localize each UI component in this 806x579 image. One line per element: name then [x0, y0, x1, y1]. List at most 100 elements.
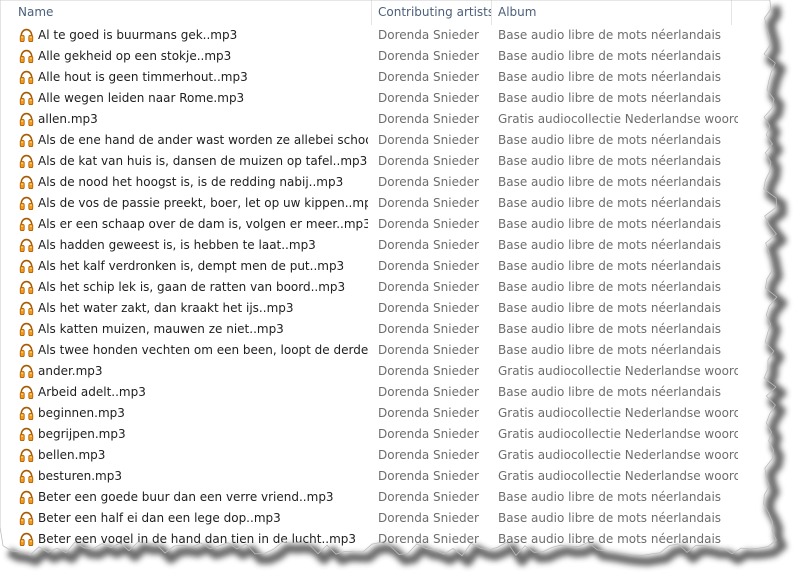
album: Base audio libre de mots néerlandais	[498, 511, 722, 525]
file-name: Beter een vogel in de hand dan tien in d…	[38, 532, 357, 546]
column-header-album[interactable]: Album	[492, 0, 732, 25]
table-row[interactable]: Als er een schaap over de dam is, volgen…	[0, 214, 768, 235]
audio-file-icon	[19, 28, 34, 42]
audio-file-icon	[19, 490, 34, 504]
audio-file-icon	[19, 91, 34, 105]
album: Base audio libre de mots néerlandais	[498, 280, 722, 294]
audio-file-icon	[19, 49, 34, 63]
album: Base audio libre de mots néerlandais	[498, 490, 722, 504]
contributing-artist: Dorenda Snieder	[378, 154, 479, 168]
table-row[interactable]: Als de kat van huis is, dansen de muizen…	[0, 151, 768, 172]
audio-file-icon	[19, 385, 34, 399]
table-row[interactable]: Beter een goede buur dan een verre vrien…	[0, 487, 768, 508]
file-name: Als hadden geweest is, is hebben te laat…	[38, 238, 316, 252]
album: Base audio libre de mots néerlandais	[498, 532, 722, 546]
audio-file-icon	[19, 301, 34, 315]
album: Gratis audiocollectie Nederlandse woorde…	[498, 364, 738, 378]
file-list-panel: Name Contributing artists Album Al te go…	[0, 0, 768, 547]
contributing-artist: Dorenda Snieder	[378, 427, 479, 441]
contributing-artist: Dorenda Snieder	[378, 217, 479, 231]
column-header-name[interactable]: Name	[0, 0, 372, 25]
contributing-artist: Dorenda Snieder	[378, 70, 479, 84]
album: Base audio libre de mots néerlandais	[498, 91, 722, 105]
audio-file-icon	[19, 448, 34, 462]
contributing-artist: Dorenda Snieder	[378, 406, 479, 420]
contributing-artist: Dorenda Snieder	[378, 469, 479, 483]
file-name: Als er een schaap over de dam is, volgen…	[38, 217, 368, 231]
audio-file-icon	[19, 259, 34, 273]
file-name: Alle gekheid op een stokje..mp3	[38, 49, 232, 63]
table-row[interactable]: Alle gekheid op een stokje..mp3 Dorenda S…	[0, 46, 768, 67]
file-name: Als de vos de passie preekt, boer, let o…	[38, 196, 368, 210]
album: Base audio libre de mots néerlandais	[498, 154, 722, 168]
contributing-artist: Dorenda Snieder	[378, 49, 479, 63]
table-row[interactable]: Als katten muizen, mauwen ze niet..mp3 Do…	[0, 319, 768, 340]
file-name: allen.mp3	[38, 112, 98, 126]
album: Base audio libre de mots néerlandais	[498, 196, 722, 210]
album: Base audio libre de mots néerlandais	[498, 49, 722, 63]
table-row[interactable]: Als hadden geweest is, is hebben te laat…	[0, 235, 768, 256]
audio-file-icon	[19, 154, 34, 168]
table-row[interactable]: Als de nood het hoogst is, is de redding…	[0, 172, 768, 193]
table-row[interactable]: Alle wegen leiden naar Rome.mp3 Dorenda S…	[0, 88, 768, 109]
album: Gratis audiocollectie Nederlandse woorde…	[498, 469, 738, 483]
table-row[interactable]: Als het kalf verdronken is, dempt men de…	[0, 256, 768, 277]
table-row[interactable]: Al te goed is buurmans gek..mp3 Dorenda S…	[0, 25, 768, 46]
audio-file-icon	[19, 175, 34, 189]
table-row[interactable]: ander.mp3 Dorenda Snieder Gratis audiocoll…	[0, 361, 768, 382]
file-name: besturen.mp3	[38, 469, 122, 483]
album: Base audio libre de mots néerlandais	[498, 133, 722, 147]
contributing-artist: Dorenda Snieder	[378, 133, 479, 147]
file-name: Beter een half ei dan een lege dop..mp3	[38, 511, 281, 525]
table-row[interactable]: Beter een vogel in de hand dan tien in d…	[0, 529, 768, 547]
table-row[interactable]: Alle hout is geen timmerhout..mp3 Dorenda…	[0, 67, 768, 88]
contributing-artist: Dorenda Snieder	[378, 385, 479, 399]
table-row[interactable]: Als twee honden vechten om een been, loo…	[0, 340, 768, 361]
contributing-artist: Dorenda Snieder	[378, 364, 479, 378]
contributing-artist: Dorenda Snieder	[378, 91, 479, 105]
contributing-artist: Dorenda Snieder	[378, 511, 479, 525]
table-row[interactable]: Beter een half ei dan een lege dop..mp3 D…	[0, 508, 768, 529]
audio-file-icon	[19, 280, 34, 294]
column-header-contributing-artists[interactable]: Contributing artists	[372, 0, 492, 25]
album: Base audio libre de mots néerlandais	[498, 175, 722, 189]
table-row[interactable]: allen.mp3 Dorenda Snieder Gratis audiocoll…	[0, 109, 768, 130]
audio-file-icon	[19, 406, 34, 420]
file-name: Alle hout is geen timmerhout..mp3	[38, 70, 248, 84]
album: Base audio libre de mots néerlandais	[498, 70, 722, 84]
explorer-window: Name Contributing artists Album Al te go…	[0, 0, 806, 579]
file-name: Als het water zakt, dan kraakt het ijs..…	[38, 301, 294, 315]
audio-file-icon	[19, 469, 34, 483]
table-row[interactable]: begrijpen.mp3 Dorenda Snieder Gratis audio…	[0, 424, 768, 445]
contributing-artist: Dorenda Snieder	[378, 196, 479, 210]
album: Gratis audiocollectie Nederlandse woorde…	[498, 448, 738, 462]
album: Base audio libre de mots néerlandais	[498, 259, 722, 273]
album: Gratis audiocollectie Nederlandse woorde…	[498, 427, 738, 441]
contributing-artist: Dorenda Snieder	[378, 448, 479, 462]
audio-file-icon	[19, 217, 34, 231]
column-header: Name Contributing artists Album	[0, 0, 768, 25]
audio-file-icon	[19, 112, 34, 126]
contributing-artist: Dorenda Snieder	[378, 343, 479, 357]
file-name: Al te goed is buurmans gek..mp3	[38, 28, 238, 42]
album: Gratis audiocollectie Nederlandse woorde…	[498, 406, 738, 420]
table-row[interactable]: beginnen.mp3 Dorenda Snieder Gratis audioc…	[0, 403, 768, 424]
audio-file-icon	[19, 322, 34, 336]
table-row[interactable]: bellen.mp3 Dorenda Snieder Gratis audiocol…	[0, 445, 768, 466]
album: Gratis audiocollectie Nederlandse woorde…	[498, 112, 738, 126]
file-name: Als het kalf verdronken is, dempt men de…	[38, 259, 345, 273]
contributing-artist: Dorenda Snieder	[378, 259, 479, 273]
file-name: bellen.mp3	[38, 448, 106, 462]
table-row[interactable]: Als het schip lek is, gaan de ratten van…	[0, 277, 768, 298]
table-row[interactable]: besturen.mp3 Dorenda Snieder Gratis audioc…	[0, 466, 768, 487]
table-row[interactable]: Arbeid adelt..mp3 Dorenda Snieder Base aud…	[0, 382, 768, 403]
table-row[interactable]: Als de ene hand de ander wast worden ze …	[0, 130, 768, 151]
contributing-artist: Dorenda Snieder	[378, 28, 479, 42]
table-row[interactable]: Als de vos de passie preekt, boer, let o…	[0, 193, 768, 214]
file-name: beginnen.mp3	[38, 406, 125, 420]
album: Base audio libre de mots néerlandais	[498, 385, 722, 399]
audio-file-icon	[19, 343, 34, 357]
audio-file-icon	[19, 70, 34, 84]
file-name: ander.mp3	[38, 364, 103, 378]
table-row[interactable]: Als het water zakt, dan kraakt het ijs..…	[0, 298, 768, 319]
